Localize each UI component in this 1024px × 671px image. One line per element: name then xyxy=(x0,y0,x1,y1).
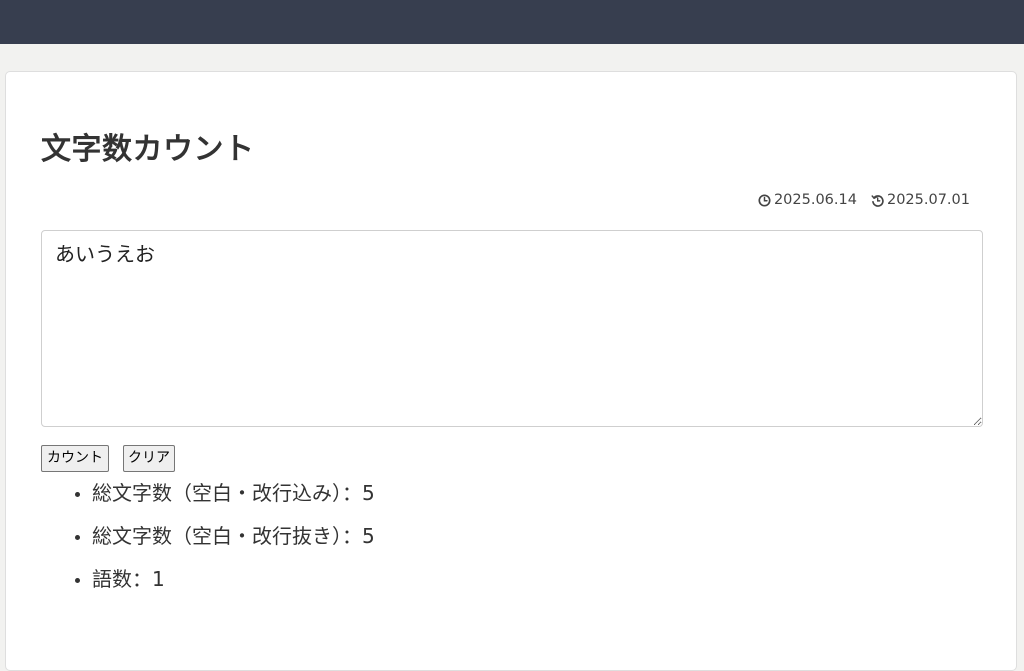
result-chars-with-spaces: 総文字数（空白・改行込み）：5 xyxy=(92,479,375,507)
top-navigation-bar xyxy=(0,0,1024,44)
result-label: 総文字数（空白・改行込み）： xyxy=(92,481,362,505)
updated-date: 2025.07.01 xyxy=(871,190,970,210)
result-value: 5 xyxy=(362,524,375,548)
result-chars-without-spaces: 総文字数（空白・改行抜き）：5 xyxy=(92,522,375,550)
history-icon xyxy=(871,194,884,207)
post-dates: 2025.06.14 2025.07.01 xyxy=(758,190,970,210)
clock-icon xyxy=(758,193,771,207)
result-label: 総文字数（空白・改行抜き）： xyxy=(92,524,362,548)
content-card: 文字数カウント 2025.06.14 2025.07.01 カウント クリア 総… xyxy=(5,71,1017,671)
published-date: 2025.06.14 xyxy=(758,190,857,210)
result-value: 5 xyxy=(362,481,375,505)
count-button[interactable]: カウント xyxy=(41,445,109,472)
text-input-area[interactable] xyxy=(41,230,983,427)
clear-button[interactable]: クリア xyxy=(123,445,175,472)
published-date-text: 2025.06.14 xyxy=(773,192,857,208)
page-title: 文字数カウント xyxy=(41,132,255,167)
result-value: 1 xyxy=(152,567,165,591)
result-label: 語数： xyxy=(92,567,152,591)
result-word-count: 語数：1 xyxy=(92,565,375,593)
count-results-list: 総文字数（空白・改行込み）：5 総文字数（空白・改行抜き）：5 語数：1 xyxy=(56,479,375,608)
updated-date-text: 2025.07.01 xyxy=(886,192,970,208)
